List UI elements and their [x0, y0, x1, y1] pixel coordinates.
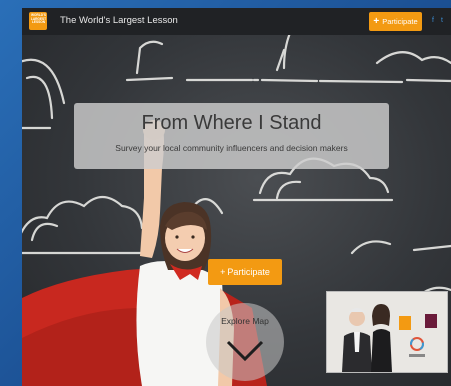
video-still	[327, 292, 447, 372]
facebook-icon[interactable]: f	[432, 17, 434, 25]
header-participate-label: Participate	[382, 17, 418, 26]
hero-title-panel: From Where I Stand Survey your local com…	[74, 103, 389, 169]
logo-text: WORLD'S LARGEST LESSON	[30, 13, 47, 25]
site-logo[interactable]: WORLD'S LARGEST LESSON	[29, 12, 47, 30]
plus-icon: +	[373, 15, 380, 27]
top-navigation-bar: WORLD'S LARGEST LESSON The World's Large…	[22, 8, 451, 35]
hero-participate-label: Participate	[227, 267, 270, 277]
hero-subtitle: Survey your local community influencers …	[115, 143, 348, 153]
twitter-icon[interactable]: t	[441, 17, 443, 25]
site-title[interactable]: The World's Largest Lesson	[60, 15, 178, 26]
explore-map-button[interactable]: Explore Map	[206, 303, 284, 381]
hero-title: From Where I Stand	[141, 112, 322, 134]
header-participate-button[interactable]: + Participate	[369, 12, 422, 31]
video-thumbnail[interactable]	[326, 291, 448, 373]
plus-icon: +	[220, 267, 226, 277]
chevron-down-icon	[226, 340, 264, 362]
hero-participate-button[interactable]: + Participate	[208, 259, 282, 285]
explore-map-label: Explore Map	[221, 316, 269, 326]
browser-page: WORLD'S LARGEST LESSON The World's Large…	[22, 8, 451, 386]
